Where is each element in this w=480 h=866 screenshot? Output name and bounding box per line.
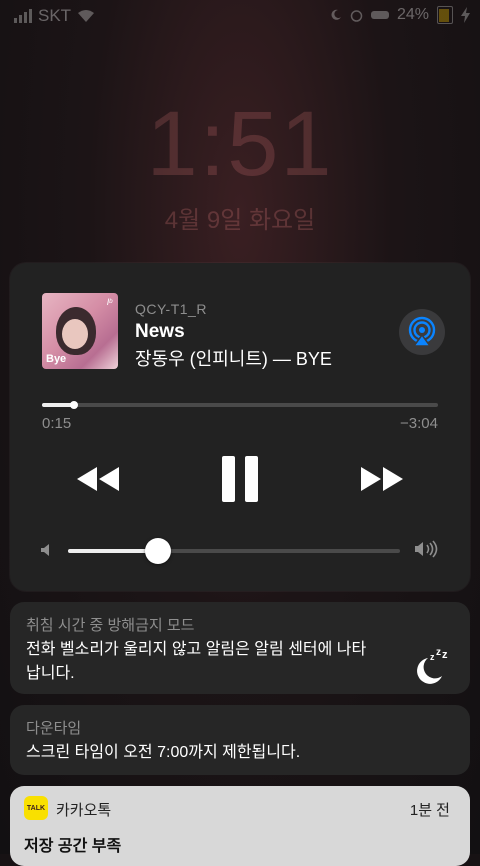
sleep-moon-icon: z z z xyxy=(417,647,448,684)
svg-text:z: z xyxy=(436,647,441,658)
bluetooth-headphones-icon xyxy=(370,11,389,19)
notification-app-name: 카카오톡 xyxy=(56,802,112,819)
playback-progress-fill xyxy=(42,403,74,407)
album-art-logo: Iᵇ xyxy=(106,297,112,307)
track-title: News xyxy=(135,321,185,342)
battery-icon xyxy=(437,6,453,24)
notification-time: 1분 전 xyxy=(409,802,450,819)
airplay-icon xyxy=(408,316,436,347)
track-artist-album: 장동우 (인피니트) — BYE xyxy=(135,349,332,369)
pause-button[interactable] xyxy=(210,455,270,503)
status-bar: SKT 24% xyxy=(0,0,480,34)
now-playing-widget: Iᵇ Bye QCY-T1_R News 장동우 (인피니트) — BYE 0:… xyxy=(10,263,470,591)
elapsed-time: 0:15 xyxy=(42,415,72,432)
rewind-icon xyxy=(77,467,119,491)
notification-header: 취침 시간 중 방해금지 모드 xyxy=(26,617,195,634)
status-left: SKT xyxy=(14,6,95,26)
notification-title: 저장 공간 부족 xyxy=(24,838,122,855)
status-right: 24% xyxy=(330,6,470,24)
moon-status-icon xyxy=(331,9,341,20)
notification-do-not-disturb[interactable]: 취침 시간 중 방해금지 모드 전화 벨소리가 울리지 않고 알림은 알림 센터… xyxy=(10,602,470,694)
lock-screen-time: 1:51 xyxy=(146,93,334,195)
svg-text:z: z xyxy=(430,652,435,662)
fast-forward-icon xyxy=(361,467,403,491)
charging-icon xyxy=(461,7,470,23)
alarm-icon xyxy=(350,9,363,22)
airplay-button[interactable] xyxy=(399,309,445,355)
volume-low-icon xyxy=(41,544,49,556)
notification-header: 다운타임 xyxy=(26,720,82,737)
album-art-title: Bye xyxy=(46,353,67,365)
notification-body: 스크린 타임이 오전 7:00까지 제한됩니다. xyxy=(26,744,301,761)
notification-body: 전화 벨소리가 울리지 않고 알림은 알림 센터에 나타납니다. xyxy=(26,641,367,682)
kakaotalk-icon: TALK xyxy=(24,796,48,820)
fast-forward-button[interactable] xyxy=(352,455,412,503)
wifi-icon xyxy=(78,10,95,22)
album-art[interactable]: Iᵇ Bye xyxy=(42,293,118,369)
signal-icon xyxy=(14,9,32,23)
playback-scrubber-knob[interactable] xyxy=(69,401,78,409)
volume-high-icon xyxy=(415,540,438,558)
svg-text:z: z xyxy=(442,649,448,661)
carrier-label: SKT xyxy=(38,6,72,25)
lock-screen-date: 4월 9일 화요일 xyxy=(164,207,316,234)
output-device-label: QCY-T1_R xyxy=(135,301,207,317)
notification-kakaotalk[interactable]: TALK 카카오톡 1분 전 저장 공간 부족 xyxy=(10,786,470,866)
volume-knob[interactable] xyxy=(144,538,171,564)
notification-downtime[interactable]: 다운타임 스크린 타임이 오전 7:00까지 제한됩니다. xyxy=(10,705,470,775)
remaining-time: −3:04 xyxy=(400,415,438,432)
pause-icon xyxy=(222,456,258,502)
volume-slider[interactable] xyxy=(68,538,400,564)
rewind-button[interactable] xyxy=(68,455,128,503)
battery-percent: 24% xyxy=(396,6,429,23)
album-art-face xyxy=(62,319,88,349)
playback-scrubber[interactable] xyxy=(42,401,438,409)
